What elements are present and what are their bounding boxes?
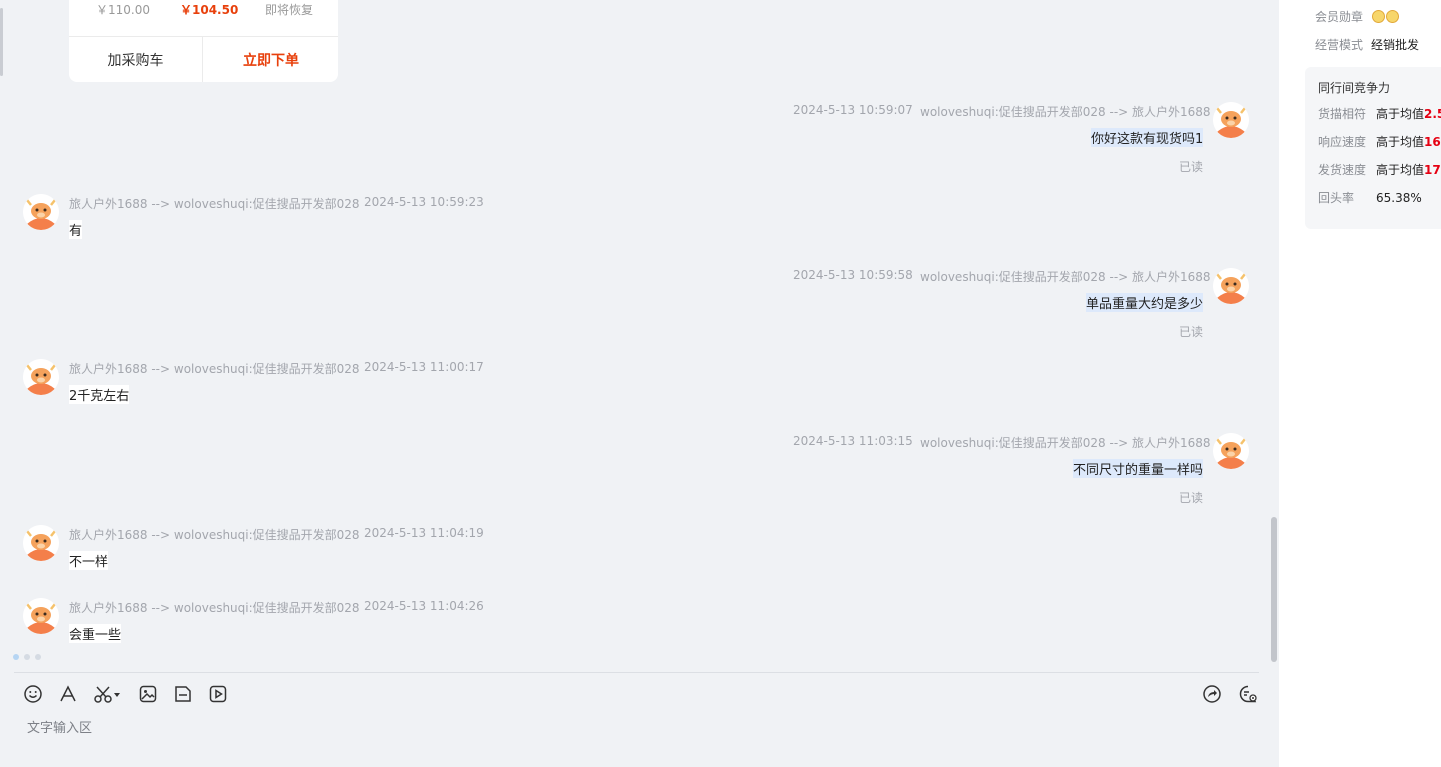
medal-icon xyxy=(1372,10,1385,23)
stock-status: 即将恢复 xyxy=(265,3,314,17)
message-timestamp: 2024-5-13 11:04:19 xyxy=(364,526,484,540)
message-bubble-outgoing[interactable]: 单品重量大约是多少 xyxy=(1086,293,1204,312)
loading-dots xyxy=(13,654,41,660)
read-receipt: 已读 xyxy=(1179,160,1204,174)
avatar[interactable] xyxy=(1213,102,1249,138)
product-price-row: ￥110.00 ￥104.50 即将恢复 xyxy=(69,1,338,21)
message-bubble-incoming[interactable]: 有 xyxy=(69,220,83,239)
avatar[interactable] xyxy=(23,194,59,230)
screenshot-button[interactable] xyxy=(92,683,122,705)
message-bubble-incoming[interactable]: 不一样 xyxy=(69,551,109,570)
avatar[interactable] xyxy=(1213,433,1249,469)
message-timestamp: 2024-5-13 11:00:17 xyxy=(364,360,484,374)
read-receipt: 已读 xyxy=(1179,491,1204,505)
cow-avatar-icon xyxy=(23,598,59,634)
image-icon xyxy=(139,685,157,703)
image-button[interactable] xyxy=(137,683,159,705)
message-route: 旅人户外1688 --> woloveshuqi:促佳搜品开发部028 xyxy=(69,601,360,615)
shop-info-panel: 会员勋章 经营模式经销批发 同行间竞争力 货描相符高于均值2.5 响应速度高于均… xyxy=(1291,0,1441,767)
message-input[interactable] xyxy=(27,716,1257,740)
compete-label: 发货速度 xyxy=(1318,163,1367,177)
cow-avatar-icon xyxy=(1213,268,1249,304)
compete-row: 回头率 65.38% xyxy=(1318,189,1422,206)
share-icon xyxy=(1203,685,1221,703)
compete-value: 65.38% xyxy=(1376,191,1422,205)
emoji-button[interactable] xyxy=(22,683,44,705)
cow-avatar-icon xyxy=(23,525,59,561)
left-scroll-indicator xyxy=(0,8,3,76)
message-route: woloveshuqi:促佳搜品开发部028 --> 旅人户外1688 xyxy=(920,270,1211,284)
business-mode-label: 经营模式 xyxy=(1315,38,1364,52)
cow-avatar-icon xyxy=(23,194,59,230)
compete-number: 2.5 xyxy=(1424,107,1441,121)
compete-label: 响应速度 xyxy=(1318,135,1367,149)
toolbar-divider xyxy=(14,672,1259,673)
message-timestamp: 2024-5-13 11:03:15 xyxy=(793,434,913,448)
chat-settings-icon xyxy=(1239,685,1257,703)
medal-icon xyxy=(1386,10,1399,23)
chat-settings-button[interactable] xyxy=(1237,683,1259,705)
business-mode-row: 经营模式 经销批发 xyxy=(1315,36,1419,53)
competitiveness-title: 同行间竞争力 xyxy=(1318,81,1391,95)
order-now-button[interactable]: 立即下单 xyxy=(204,37,338,82)
scissors-icon xyxy=(94,686,120,703)
share-button[interactable] xyxy=(1201,683,1223,705)
compete-label: 货描相符 xyxy=(1318,107,1367,121)
cow-avatar-icon xyxy=(1213,433,1249,469)
compete-label: 回头率 xyxy=(1318,191,1355,205)
cow-avatar-icon xyxy=(23,359,59,395)
file-button[interactable] xyxy=(172,683,194,705)
avatar[interactable] xyxy=(23,525,59,561)
message-bubble-incoming[interactable]: 会重一些 xyxy=(69,624,122,643)
message-timestamp: 2024-5-13 10:59:23 xyxy=(364,195,484,209)
compete-number: 16 xyxy=(1424,135,1441,149)
original-price: ￥110.00 xyxy=(96,3,150,17)
compete-row: 发货速度 高于均值17 xyxy=(1318,161,1441,178)
compete-value: 高于均值 xyxy=(1376,107,1425,121)
video-button[interactable] xyxy=(207,683,229,705)
message-bubble-outgoing[interactable]: 不同尺寸的重量一样吗 xyxy=(1073,459,1204,478)
message-timestamp: 2024-5-13 10:59:58 xyxy=(793,268,913,282)
font-button[interactable] xyxy=(57,683,79,705)
chat-scrollbar[interactable] xyxy=(1271,517,1277,662)
business-mode-value: 经销批发 xyxy=(1371,38,1420,52)
read-receipt: 已读 xyxy=(1179,325,1204,339)
compete-value: 高于均值 xyxy=(1376,135,1425,149)
message-route: 旅人户外1688 --> woloveshuqi:促佳搜品开发部028 xyxy=(69,197,360,211)
message-timestamp: 2024-5-13 10:59:07 xyxy=(793,103,913,117)
member-badge-label: 会员勋章 xyxy=(1315,10,1364,24)
chat-pane: ￥110.00 ￥104.50 即将恢复 加采购车 立即下单 2024-5-13… xyxy=(0,0,1279,767)
compete-number: 17 xyxy=(1424,163,1441,177)
video-icon xyxy=(209,685,227,703)
avatar[interactable] xyxy=(23,359,59,395)
avatar[interactable] xyxy=(23,598,59,634)
message-route: 旅人户外1688 --> woloveshuqi:促佳搜品开发部028 xyxy=(69,528,360,542)
emoji-icon xyxy=(24,685,42,703)
message-timestamp: 2024-5-13 11:04:26 xyxy=(364,599,484,613)
message-route: 旅人户外1688 --> woloveshuqi:促佳搜品开发部028 xyxy=(69,362,360,376)
current-price: ￥104.50 xyxy=(180,3,239,17)
competitiveness-box: 同行间竞争力 货描相符高于均值2.5 响应速度高于均值16 发货速度高于均值17… xyxy=(1305,67,1441,229)
message-route: woloveshuqi:促佳搜品开发部028 --> 旅人户外1688 xyxy=(920,436,1211,450)
compete-row: 响应速度 高于均值16 xyxy=(1318,133,1441,150)
message-bubble-incoming[interactable]: 2千克左右 xyxy=(69,385,130,404)
compete-value: 高于均值 xyxy=(1376,163,1425,177)
product-card: ￥110.00 ￥104.50 即将恢复 加采购车 立即下单 xyxy=(69,0,338,82)
add-to-cart-button[interactable]: 加采购车 xyxy=(69,37,203,82)
message-route: woloveshuqi:促佳搜品开发部028 --> 旅人户外1688 xyxy=(920,105,1211,119)
font-icon xyxy=(60,685,76,702)
compete-row: 货描相符高于均值2.5 xyxy=(1318,105,1441,122)
message-bubble-outgoing[interactable]: 你好这款有现货吗1 xyxy=(1091,128,1204,147)
avatar[interactable] xyxy=(1213,268,1249,304)
member-badge-row: 会员勋章 xyxy=(1315,8,1399,25)
file-icon xyxy=(175,686,191,702)
cow-avatar-icon xyxy=(1213,102,1249,138)
